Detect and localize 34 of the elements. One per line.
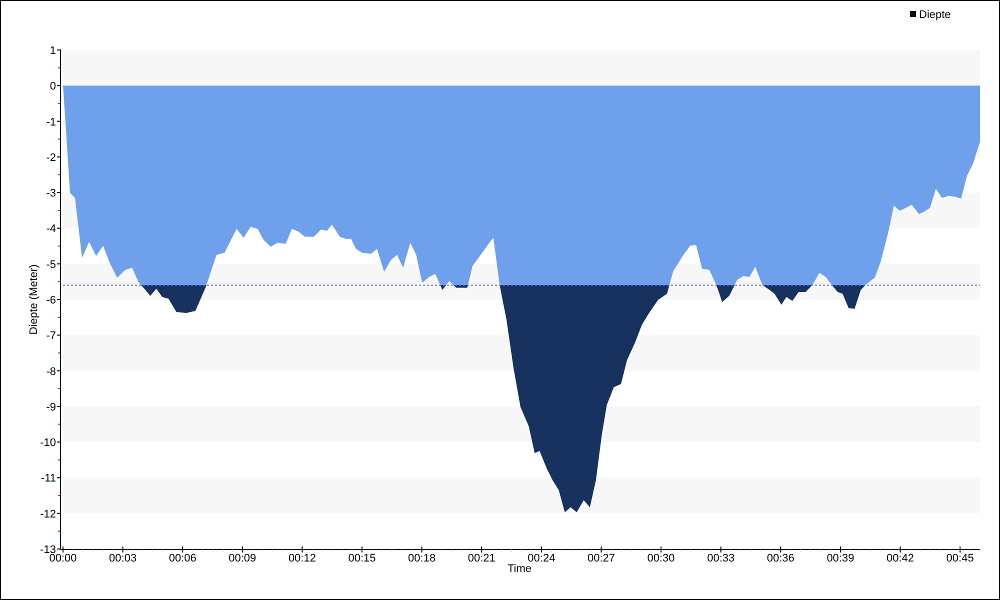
x-tick-label: 00:27 bbox=[587, 552, 615, 564]
y-tick-label: -5 bbox=[46, 258, 56, 271]
y-tick-label: -12 bbox=[40, 508, 56, 520]
y-tick-label: -11 bbox=[40, 472, 56, 485]
y-tick-label: -2 bbox=[46, 152, 56, 164]
x-tick-label: 00:09 bbox=[228, 552, 256, 564]
x-tick-label: 00:30 bbox=[647, 552, 675, 564]
legend-swatch-icon bbox=[910, 11, 916, 17]
y-tick-label: -9 bbox=[46, 401, 56, 414]
x-tick-label: 00:03 bbox=[109, 552, 137, 564]
x-tick-label: 00:36 bbox=[766, 552, 794, 564]
y-tick-label: -7 bbox=[46, 330, 56, 342]
x-tick-label: 00:42 bbox=[886, 552, 914, 564]
x-tick-label: 00:00 bbox=[49, 552, 77, 564]
x-axis-title: Time bbox=[507, 563, 532, 575]
y-tick-label: -8 bbox=[46, 366, 56, 378]
x-tick-label: 00:21 bbox=[468, 552, 496, 564]
x-tick-label: 00:45 bbox=[946, 552, 974, 564]
y-tick-label: -1 bbox=[46, 116, 56, 128]
x-tick-label: 00:33 bbox=[707, 552, 735, 564]
x-tick-label: 00:39 bbox=[826, 552, 854, 564]
legend-label: Diepte bbox=[919, 9, 951, 21]
x-tick-label: 00:06 bbox=[168, 552, 196, 564]
y-tick-label: -4 bbox=[46, 223, 56, 236]
x-tick-label: 00:12 bbox=[288, 552, 316, 564]
x-tick-label: 00:18 bbox=[408, 552, 436, 564]
x-tick-label: 00:24 bbox=[528, 552, 556, 564]
y-tick-label: 0 bbox=[50, 80, 56, 93]
y-tick-label: 1 bbox=[50, 45, 56, 57]
y-axis-title: Diepte (Meter) bbox=[28, 264, 40, 335]
y-tick-label: -3 bbox=[46, 188, 56, 200]
x-tick-label: 00:15 bbox=[348, 552, 376, 564]
y-tick-label: -6 bbox=[46, 294, 56, 306]
y-tick-label: -10 bbox=[40, 437, 56, 450]
